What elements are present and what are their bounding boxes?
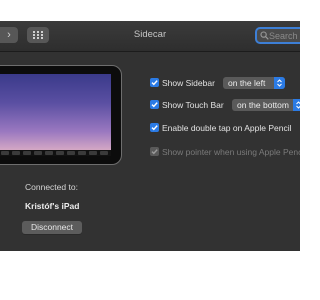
- window-title: Sidecar: [133, 29, 167, 40]
- device-name: Kristóf's iPad: [25, 201, 80, 211]
- grid-icon: [33, 31, 43, 39]
- sidebar-position-value: on the left: [228, 78, 266, 88]
- show-pointer-label: Show pointer when using Apple Pencil: [162, 147, 300, 157]
- touch-bar-position-popup[interactable]: on the bottom: [232, 99, 300, 111]
- checkmark-icon: [151, 80, 158, 86]
- show-all-button[interactable]: [27, 27, 49, 43]
- forward-button[interactable]: ›: [0, 27, 18, 43]
- popup-arrows-icon: [274, 77, 285, 89]
- sidecar-preferences-window: › Sidecar Search Connected to: Kristóf's…: [0, 21, 300, 251]
- checkmark-icon: [151, 102, 158, 108]
- chevron-right-icon: ›: [7, 29, 11, 41]
- show-touch-bar-checkbox[interactable]: [150, 100, 159, 109]
- show-sidebar-option: Show Sidebar on the left: [150, 77, 300, 89]
- show-sidebar-checkbox[interactable]: [150, 78, 159, 87]
- touch-bar-position-value: on the bottom: [237, 100, 289, 110]
- connected-to-label: Connected to:: [25, 182, 78, 192]
- search-icon: [260, 31, 269, 40]
- ipad-screen: [0, 74, 111, 156]
- checkmark-icon: [151, 125, 158, 131]
- touch-bar-preview: [0, 150, 111, 156]
- checkmark-icon: [151, 149, 158, 155]
- show-pointer-option: Show pointer when using Apple Pencil: [150, 146, 300, 158]
- double-tap-checkbox[interactable]: [150, 123, 159, 132]
- search-field[interactable]: [255, 27, 300, 44]
- search-input[interactable]: [269, 30, 300, 42]
- double-tap-label: Enable double tap on Apple Pencil: [162, 123, 292, 133]
- show-touch-bar-label: Show Touch Bar: [162, 100, 224, 110]
- show-pointer-checkbox: [150, 147, 159, 156]
- popup-arrows-icon: [293, 99, 300, 111]
- show-sidebar-label: Show Sidebar: [162, 78, 215, 88]
- titlebar: › Sidecar: [0, 21, 300, 52]
- disconnect-button[interactable]: Disconnect: [22, 221, 82, 234]
- ipad-preview: [0, 65, 122, 165]
- show-touch-bar-option: Show Touch Bar on the bottom: [150, 99, 300, 111]
- double-tap-option: Enable double tap on Apple Pencil: [150, 122, 300, 134]
- sidebar-position-popup[interactable]: on the left: [223, 77, 285, 89]
